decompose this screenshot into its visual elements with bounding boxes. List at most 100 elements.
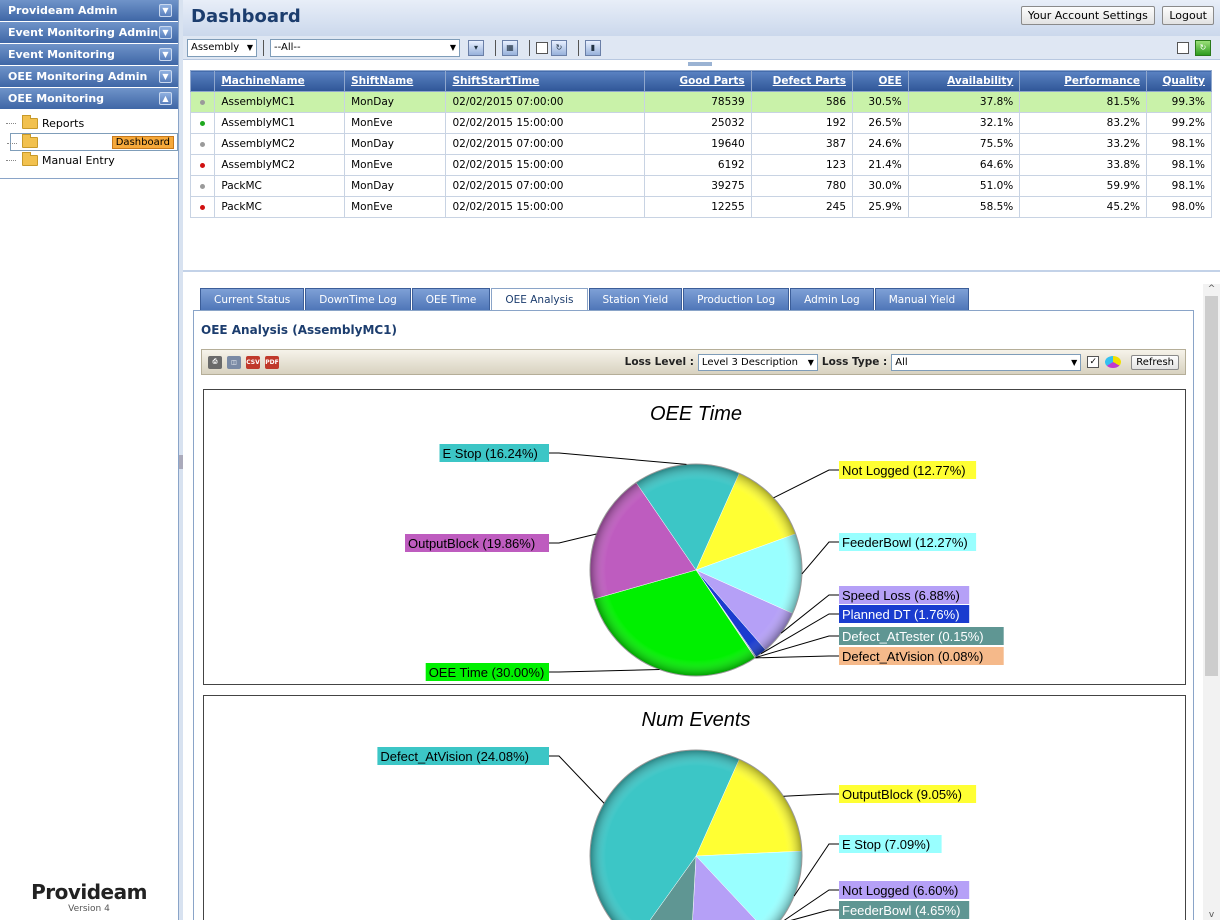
scroll-down-icon[interactable]: v: [1203, 910, 1220, 920]
folder-icon: [22, 152, 38, 166]
auto-checkbox[interactable]: [536, 41, 548, 54]
oee-cell: 25.9%: [852, 196, 909, 218]
shift-start-cell: 02/02/2015 15:00:00: [445, 112, 646, 134]
grid-view-icon[interactable]: ▦: [502, 39, 518, 56]
separator: [495, 39, 496, 56]
section-oee-monitoring[interactable]: OEE Monitoring ▲: [0, 88, 178, 110]
status-dot-icon: [200, 184, 206, 189]
loss-type-label: Loss Type :: [821, 356, 888, 368]
auto-refresh-icon[interactable]: ↻: [551, 39, 567, 56]
tab-panel: OEE Analysis (AssemblyMC1) ⎙ ◫ CSV PDF L…: [193, 310, 1194, 920]
tab-manual-yield[interactable]: Manual Yield: [874, 288, 970, 310]
section-oee-monitoring-admin[interactable]: OEE Monitoring Admin ▼: [0, 66, 178, 88]
section-event-monitoring-admin[interactable]: Event Monitoring Admin ▼: [0, 22, 178, 44]
column-header[interactable]: Quality: [1146, 70, 1212, 92]
tab-station-yield[interactable]: Station Yield: [588, 288, 683, 310]
filter-bar: Assembly ▼ --All-- ▼ ▾ ▦ ↻ ▮ ↻: [183, 36, 1220, 60]
table-row[interactable]: AssemblyMC1 MonDay 02/02/2015 07:00:00 7853…: [189, 91, 1212, 113]
tab-production-log[interactable]: Production Log: [683, 288, 790, 310]
good-parts-cell: 6192: [644, 154, 752, 176]
section-label: Event Monitoring: [8, 48, 115, 61]
machine-name-cell: AssemblyMC1: [214, 112, 346, 134]
tab-oee-analysis[interactable]: OEE Analysis: [491, 288, 588, 310]
column-header[interactable]: Performance: [1019, 70, 1148, 92]
grid-header-row: MachineName ShiftName ShiftStartTime Goo…: [189, 70, 1212, 92]
show-checkbox[interactable]: ✓: [1087, 356, 1100, 368]
logout-button[interactable]: Logout: [1162, 6, 1214, 25]
machine-name-cell: AssemblyMC1: [214, 91, 346, 113]
chevron-down-icon: ▼: [449, 43, 456, 52]
performance-cell: 83.2%: [1019, 112, 1148, 134]
column-header[interactable]: ShiftStartTime: [445, 70, 646, 92]
shift-start-cell: 02/02/2015 15:00:00: [445, 154, 646, 176]
vertical-scrollbar[interactable]: ^ v: [1203, 284, 1220, 920]
column-header[interactable]: OEE: [852, 70, 909, 92]
column-header[interactable]: Good Parts: [644, 70, 752, 92]
tab-current-status[interactable]: Current Status: [200, 288, 305, 310]
tree-item-dashboard[interactable]: Dashboard: [7, 133, 178, 151]
quality-cell: 99.3%: [1146, 91, 1212, 113]
pdf-icon[interactable]: PDF: [265, 355, 279, 369]
refresh-button[interactable]: Refresh: [1131, 354, 1179, 370]
section-label: Provideam Admin: [8, 4, 118, 17]
scroll-thumb[interactable]: [1205, 296, 1218, 676]
section-event-monitoring[interactable]: Event Monitoring ▼: [0, 44, 178, 66]
table-row[interactable]: PackMC MonDay 02/02/2015 07:00:00 39275 780 3…: [189, 175, 1212, 197]
scroll-up-icon[interactable]: ^: [1203, 284, 1220, 296]
grid-area: MachineName ShiftName ShiftStartTime Goo…: [183, 60, 1220, 329]
tree-item-manual-entry[interactable]: Manual Entry: [6, 151, 178, 170]
account-settings-button[interactable]: Your Account Settings: [1020, 6, 1155, 25]
tree-item-reports[interactable]: Reports: [6, 114, 178, 133]
page-title: Dashboard: [191, 6, 301, 27]
machine-select-value: --All--: [274, 42, 301, 53]
chevron-down-icon: ▼: [159, 48, 172, 61]
refresh-icon[interactable]: ↻: [1195, 39, 1211, 56]
column-header[interactable]: Defect Parts: [750, 70, 854, 92]
column-header[interactable]: Availability: [907, 70, 1021, 92]
loss-type-value: All: [895, 356, 908, 368]
splitter-handle[interactable]: [688, 62, 712, 66]
status-cell: [189, 175, 216, 197]
chart-icon[interactable]: ▮: [585, 39, 601, 56]
section-label: OEE Monitoring Admin: [8, 70, 148, 83]
table-row[interactable]: AssemblyMC1 MonEve 02/02/2015 15:00:00 2503…: [189, 112, 1212, 134]
group-select[interactable]: Assembly ▼: [187, 38, 257, 57]
slice-label: FeederBowl (12.27%): [842, 535, 968, 550]
chevron-down-icon: ▼: [159, 26, 172, 39]
table-row[interactable]: AssemblyMC2 MonEve 02/02/2015 15:00:00 6192…: [189, 154, 1212, 176]
preview-icon[interactable]: ◫: [227, 355, 241, 369]
table-row[interactable]: PackMC MonEve 02/02/2015 15:00:00 12255 245 2…: [189, 196, 1212, 218]
filter-icon[interactable]: ▾: [468, 39, 484, 56]
tab-downtime-log[interactable]: DownTime Log: [305, 288, 411, 310]
shift-start-cell: 02/02/2015 07:00:00: [445, 91, 646, 113]
column-header[interactable]: MachineName: [214, 70, 346, 92]
loss-type-select[interactable]: All ▼: [891, 353, 1082, 371]
good-parts-cell: 78539: [644, 91, 752, 113]
tab-admin-log[interactable]: Admin Log: [790, 288, 874, 310]
status-cell: [189, 154, 216, 176]
tab-oee-time[interactable]: OEE Time: [411, 288, 491, 310]
refresh-checkbox[interactable]: [1177, 41, 1189, 54]
good-parts-cell: 39275: [644, 175, 752, 197]
loss-level-select[interactable]: Level 3 Description ▼: [697, 353, 818, 371]
machine-select[interactable]: --All-- ▼: [270, 38, 460, 57]
column-header[interactable]: ShiftName: [344, 70, 447, 92]
performance-cell: 59.9%: [1019, 175, 1148, 197]
leader-line: [549, 533, 597, 544]
tree-item-label: Dashboard: [111, 135, 174, 149]
pie-chart-icon[interactable]: [1105, 356, 1122, 368]
csv-icon[interactable]: CSV: [246, 355, 260, 369]
nav-tree: Reports Dashboard Manual Entry: [0, 110, 178, 179]
oee-cell: 21.4%: [852, 154, 909, 176]
section-provideam-admin[interactable]: Provideam Admin ▼: [0, 0, 178, 22]
shift-name-cell: MonDay: [344, 175, 447, 197]
slice-label: E Stop (7.09%): [842, 837, 930, 852]
table-row[interactable]: AssemblyMC2 MonDay 02/02/2015 07:00:00 1964…: [189, 133, 1212, 155]
shift-name-cell: MonDay: [344, 91, 447, 113]
print-icon[interactable]: ⎙: [208, 355, 222, 369]
chart-num-events: Num Events OutputBlock (9.05%) E Stop (7.0…: [203, 695, 1186, 920]
slice-label: Not Logged (6.60%): [842, 883, 958, 898]
defect-parts-cell: 192: [750, 112, 854, 134]
status-dot-icon: [200, 121, 206, 126]
availability-cell: 75.5%: [907, 133, 1021, 155]
